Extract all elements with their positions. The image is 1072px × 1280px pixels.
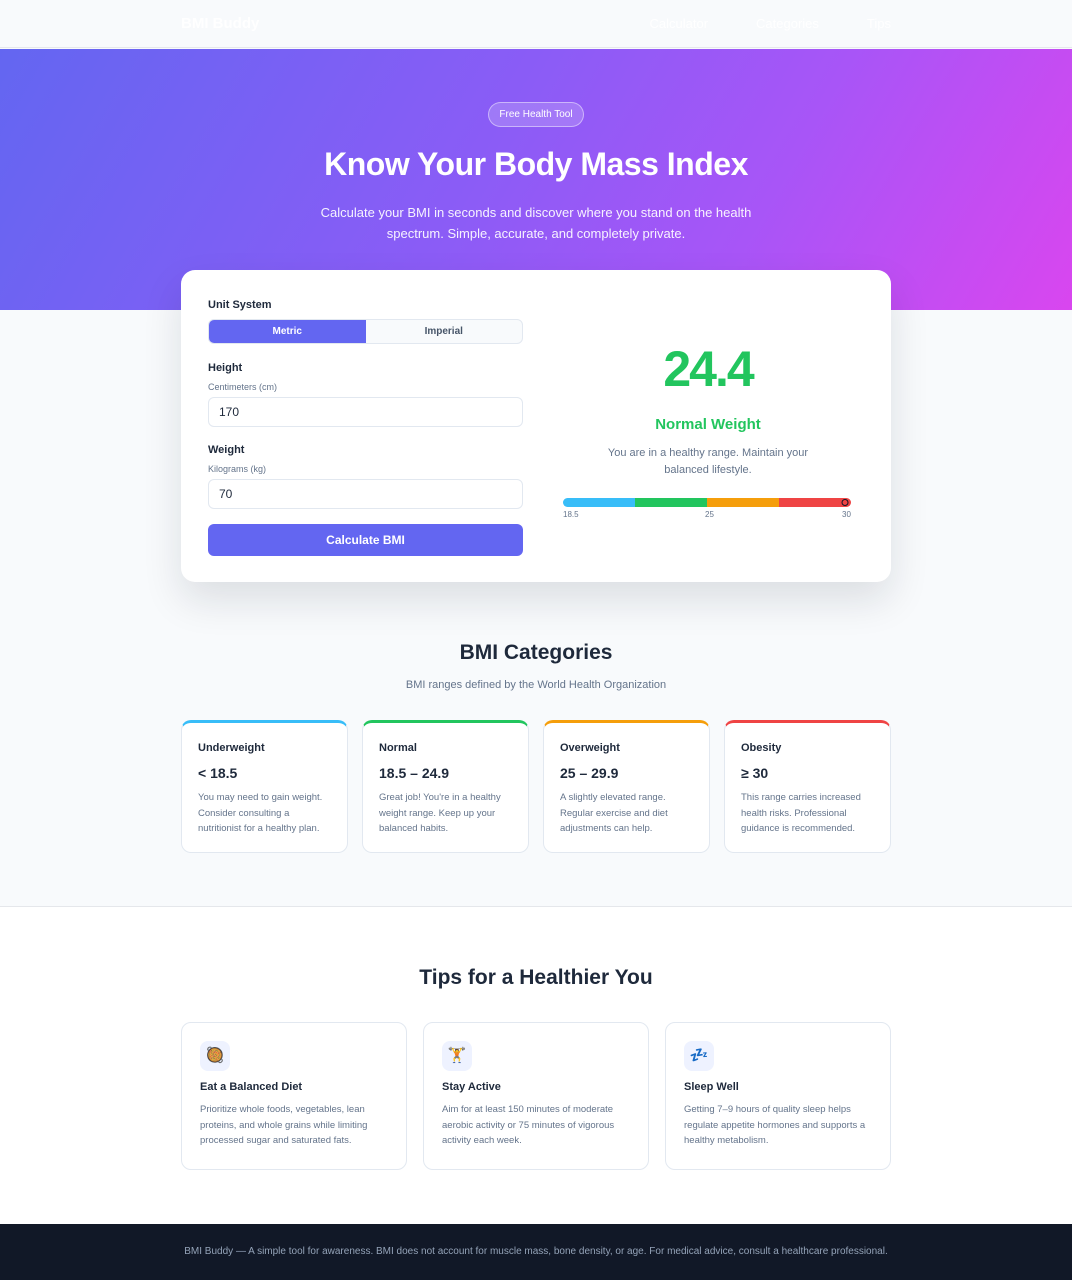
metric-button[interactable]: Metric: [209, 320, 366, 343]
weightlifter-icon: 🏋: [442, 1041, 472, 1071]
weight-input[interactable]: 70: [208, 479, 523, 509]
calculate-bmi-button[interactable]: Calculate BMI: [208, 524, 523, 556]
tip-desc: Aim for at least 150 minutes of moderate…: [442, 1104, 615, 1146]
scale-segment-overweight: [707, 498, 779, 507]
weight-unit-label: Kilograms (kg): [208, 464, 267, 474]
height-input[interactable]: 170: [208, 397, 523, 427]
calculator-card: Unit System Metric Imperial Height Centi…: [181, 270, 891, 582]
bmi-description: You are in a healthy range. Maintain you…: [607, 447, 809, 476]
category-card-normal: Normal 18.5 – 24.9 Great job! You're in …: [362, 720, 529, 853]
categories-subtitle: BMI ranges defined by the World Health O…: [405, 679, 667, 691]
tips-title: Tips for a Healthier You: [419, 966, 653, 989]
bmi-category: Normal Weight: [655, 416, 761, 433]
footer: BMI Buddy — A simple tool for awareness.…: [0, 1224, 1072, 1280]
bmi-scale-bar: [563, 498, 851, 507]
tip-name: Stay Active: [442, 1081, 501, 1093]
bmi-marker: [841, 499, 849, 506]
unit-toggle: Metric Imperial: [208, 319, 523, 344]
nav-links: Calculator Categories Tips: [650, 16, 891, 31]
category-range: ≥ 30: [741, 765, 769, 781]
height-label: Height: [208, 362, 243, 374]
scale-segment-normal: [635, 498, 707, 507]
scale-segment-obesity: [779, 498, 851, 507]
category-name: Overweight: [560, 742, 620, 754]
category-range: 25 – 29.9: [560, 765, 619, 781]
food-icon: 🥘: [200, 1041, 230, 1071]
tip-desc: Prioritize whole foods, vegetables, lean…: [200, 1104, 368, 1146]
sleep-icon: 💤: [684, 1041, 714, 1071]
hero-badge: Free Health Tool: [488, 102, 584, 127]
category-name: Obesity: [741, 742, 782, 754]
nav-link-calculator[interactable]: Calculator: [650, 16, 709, 31]
category-range: 18.5 – 24.9: [379, 765, 450, 781]
category-name: Normal: [379, 742, 417, 754]
nav-link-tips[interactable]: Tips: [867, 16, 891, 31]
scale-tick-high: 30: [842, 510, 851, 519]
categories-title: BMI Categories: [459, 641, 613, 664]
unit-system-label: Unit System: [208, 299, 272, 311]
category-desc: Great job! You're in a healthy weight ra…: [379, 792, 501, 834]
brand-logo[interactable]: BMI Buddy: [181, 15, 259, 32]
bmi-value: 24.4: [663, 341, 754, 397]
category-card-overweight: Overweight 25 – 29.9 A slightly elevated…: [543, 720, 710, 853]
top-nav: BMI Buddy Calculator Categories Tips: [0, 0, 1072, 48]
hero-title: Know Your Body Mass Index: [324, 146, 748, 182]
category-card-obesity: Obesity ≥ 30 This range carries increase…: [724, 720, 891, 853]
category-range: < 18.5: [198, 765, 238, 781]
scale-segment-underweight: [563, 498, 635, 507]
scale-tick-mid: 25: [705, 510, 714, 519]
scale-tick-low: 18.5: [563, 510, 579, 519]
weight-label: Weight: [208, 444, 245, 456]
category-card-underweight: Underweight < 18.5 You may need to gain …: [181, 720, 348, 853]
category-desc: A slightly elevated range. Regular exerc…: [560, 792, 668, 834]
tip-name: Eat a Balanced Diet: [200, 1081, 303, 1093]
category-desc: This range carries increased health risk…: [741, 792, 861, 834]
category-name: Underweight: [198, 742, 265, 754]
tip-name: Sleep Well: [684, 1081, 739, 1093]
hero-subtitle: Calculate your BMI in seconds and discov…: [320, 205, 752, 241]
tip-card-active: 🏋 Stay Active Aim for at least 150 minut…: [423, 1022, 649, 1170]
imperial-button[interactable]: Imperial: [366, 320, 523, 343]
tip-desc: Getting 7–9 hours of quality sleep helps…: [684, 1104, 866, 1146]
tip-card-sleep: 💤 Sleep Well Getting 7–9 hours of qualit…: [665, 1022, 891, 1170]
nav-link-categories[interactable]: Categories: [756, 16, 819, 31]
category-desc: You may need to gain weight. Consider co…: [198, 792, 323, 834]
tip-card-diet: 🥘 Eat a Balanced Diet Prioritize whole f…: [181, 1022, 407, 1170]
height-unit-label: Centimeters (cm): [208, 382, 278, 392]
